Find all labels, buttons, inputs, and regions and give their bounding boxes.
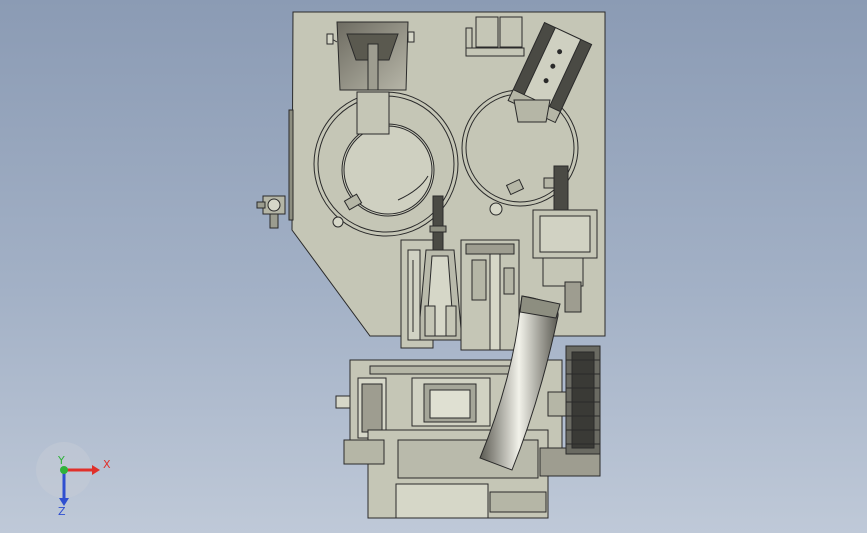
x-axis-label: X bbox=[103, 458, 111, 471]
z-axis-label: Z bbox=[58, 505, 66, 518]
y-axis-label: Y bbox=[57, 454, 65, 467]
y-axis-dot bbox=[60, 466, 68, 474]
cad-viewport[interactable]: X Y Z bbox=[0, 0, 867, 533]
x-arrowhead bbox=[92, 465, 100, 475]
coordinate-triad: X Y Z bbox=[36, 442, 111, 518]
